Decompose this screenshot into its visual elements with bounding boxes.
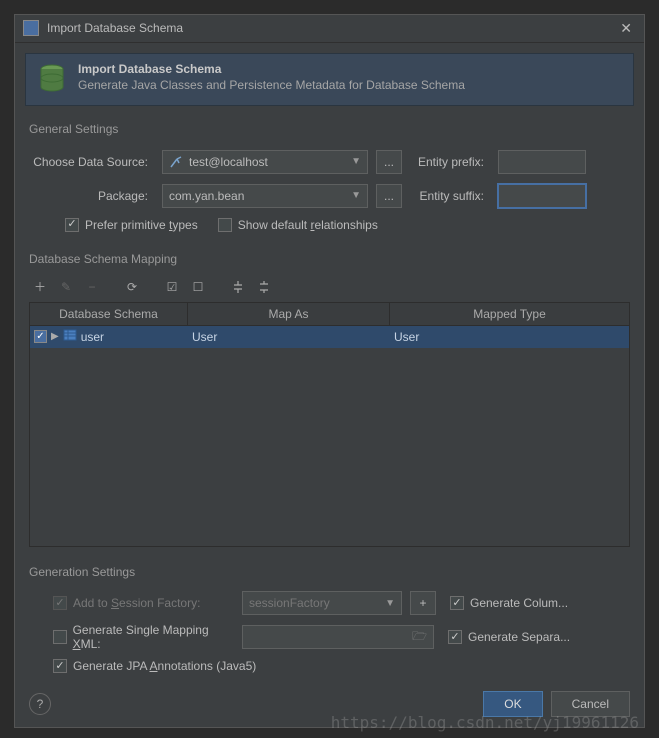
- jpa-annotations-checkbox[interactable]: Generate JPA Annotations (Java5): [53, 659, 256, 673]
- checkbox-icon: [53, 596, 67, 610]
- generate-separate-checkbox[interactable]: Generate Separa...: [448, 630, 570, 644]
- app-icon: [23, 20, 39, 36]
- edit-icon[interactable]: ✎: [55, 276, 77, 298]
- help-button[interactable]: ?: [29, 693, 51, 715]
- package-browse-button[interactable]: ...: [376, 184, 402, 208]
- dialog-footer: ? OK Cancel: [15, 681, 644, 727]
- mapping-section-label: Database Schema Mapping: [15, 248, 644, 270]
- remove-icon[interactable]: −: [81, 276, 103, 298]
- expand-icon[interactable]: ▶: [51, 331, 59, 342]
- checkbox-icon: [218, 218, 232, 232]
- single-xml-path-input[interactable]: 🗁: [242, 625, 434, 649]
- package-combo[interactable]: com.yan.bean ▼: [162, 184, 368, 208]
- select-all-icon[interactable]: ☑: [161, 276, 183, 298]
- chevron-down-icon: ▼: [351, 190, 361, 201]
- chevron-down-icon: ▼: [351, 156, 361, 167]
- add-session-checkbox: Add to Session Factory:: [53, 596, 200, 610]
- row-mapped-type: User: [390, 330, 629, 344]
- banner-desc: Generate Java Classes and Persistence Me…: [78, 78, 465, 92]
- package-value: com.yan.bean: [169, 189, 244, 203]
- table-header: Database Schema Map As Mapped Type: [30, 303, 629, 326]
- session-factory-combo[interactable]: sessionFactory ▼: [242, 591, 402, 615]
- checkbox-icon: [450, 596, 464, 610]
- col-schema[interactable]: Database Schema: [30, 303, 188, 325]
- col-mapped-type[interactable]: Mapped Type: [390, 303, 629, 325]
- single-xml-checkbox[interactable]: Generate Single Mapping XML:: [53, 623, 234, 651]
- deselect-all-icon[interactable]: ☐: [187, 276, 209, 298]
- window-title: Import Database Schema: [47, 21, 616, 35]
- entity-suffix-input[interactable]: [498, 184, 586, 208]
- expand-all-icon[interactable]: [227, 276, 249, 298]
- entity-prefix-input[interactable]: [498, 150, 586, 174]
- row-name: user: [81, 330, 104, 344]
- close-icon[interactable]: ✕: [616, 20, 636, 37]
- mapping-table: Database Schema Map As Mapped Type ▶ use…: [29, 302, 630, 547]
- show-relationships-checkbox[interactable]: Show default relationships: [218, 218, 378, 232]
- checkbox-icon: [53, 630, 67, 644]
- row-checkbox[interactable]: [34, 330, 47, 343]
- database-icon: [36, 62, 68, 97]
- add-icon[interactable]: ＋: [29, 276, 51, 298]
- mapping-toolbar: ＋ ✎ − ⟳ ☑ ☐: [15, 270, 644, 302]
- table-body[interactable]: ▶ user User User: [30, 326, 629, 546]
- row-map-as: User: [188, 330, 390, 344]
- generate-column-checkbox[interactable]: Generate Colum...: [450, 596, 568, 610]
- ok-button[interactable]: OK: [483, 691, 542, 717]
- banner-title: Import Database Schema: [78, 62, 465, 76]
- data-source-value: test@localhost: [189, 155, 268, 169]
- datasource-icon: [169, 155, 183, 169]
- collapse-all-icon[interactable]: [253, 276, 275, 298]
- checkbox-icon: [53, 659, 67, 673]
- package-label: Package:: [29, 189, 154, 203]
- folder-icon[interactable]: 🗁: [412, 627, 427, 648]
- generation-settings: Add to Session Factory: sessionFactory ▼…: [15, 583, 644, 681]
- refresh-icon[interactable]: ⟳: [121, 276, 143, 298]
- cancel-button[interactable]: Cancel: [551, 691, 630, 717]
- session-factory-value: sessionFactory: [249, 596, 330, 610]
- checkbox-icon: [448, 630, 462, 644]
- generation-section-label: Generation Settings: [15, 561, 644, 583]
- general-settings-form: Choose Data Source: test@localhost ▼ ...…: [15, 140, 644, 238]
- prefer-primitive-checkbox[interactable]: Prefer primitive types: [65, 218, 198, 232]
- table-row[interactable]: ▶ user User User: [30, 326, 629, 348]
- import-schema-dialog: Import Database Schema ✕ Import Database…: [14, 14, 645, 728]
- data-source-combo[interactable]: test@localhost ▼: [162, 150, 368, 174]
- table-icon: [63, 328, 77, 345]
- data-source-browse-button[interactable]: ...: [376, 150, 402, 174]
- banner-text: Import Database Schema Generate Java Cla…: [78, 62, 465, 92]
- data-source-label: Choose Data Source:: [29, 155, 154, 169]
- banner: Import Database Schema Generate Java Cla…: [25, 53, 634, 106]
- checkbox-icon: [65, 218, 79, 232]
- entity-prefix-label: Entity prefix:: [410, 155, 490, 169]
- col-map-as[interactable]: Map As: [188, 303, 390, 325]
- chevron-down-icon: ▼: [385, 598, 395, 609]
- titlebar[interactable]: Import Database Schema ✕: [15, 15, 644, 43]
- entity-suffix-label: Entity suffix:: [410, 189, 490, 203]
- general-settings-label: General Settings: [15, 118, 644, 140]
- add-session-button[interactable]: +: [410, 591, 436, 615]
